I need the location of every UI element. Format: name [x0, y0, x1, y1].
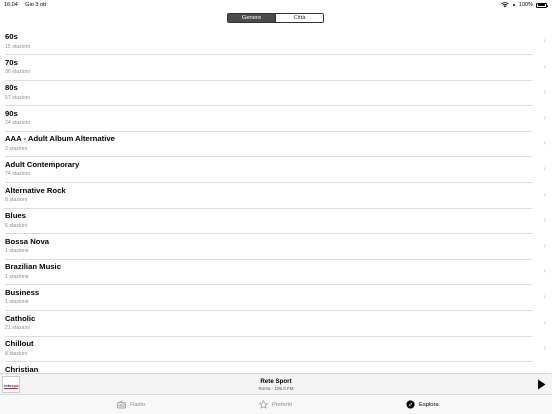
battery-icon	[536, 2, 548, 8]
genre-row[interactable]: Alternative Rock 8 stazioni ›	[0, 183, 552, 209]
genre-row[interactable]: Catholic 21 stazioni ›	[0, 311, 552, 337]
now-playing-title: Rete Sport	[260, 378, 292, 385]
genre-row[interactable]: 60s 15 stazioni ›	[0, 29, 552, 55]
chevron-right-icon: ›	[543, 317, 546, 327]
genre-row[interactable]: Blues 6 stazioni ›	[0, 208, 552, 234]
genre-row[interactable]: Brazilian Music 1 stazione ›	[0, 259, 552, 285]
tab-radio[interactable]: Radio	[117, 400, 145, 409]
play-icon[interactable]	[537, 379, 546, 390]
chevron-right-icon: ›	[543, 61, 546, 71]
star-icon	[259, 400, 268, 409]
genre-name: Bossa Nova	[5, 236, 50, 246]
genre-name: 70s	[5, 57, 18, 67]
genre-station-count: 1 stazione	[5, 299, 29, 306]
wifi-icon	[501, 2, 509, 8]
segment-genre[interactable]: Genere	[228, 14, 275, 22]
segment-city[interactable]: Città	[275, 14, 323, 22]
tab-radio-label: Radio	[130, 401, 146, 408]
genre-row[interactable]: 80s 57 stazioni ›	[0, 80, 552, 106]
genre-name: Blues	[5, 211, 26, 221]
genre-station-count: 2 stazioni	[5, 145, 27, 152]
compass-icon	[406, 400, 415, 409]
radio-icon	[117, 400, 126, 409]
tab-favorites[interactable]: Preferiti	[259, 400, 292, 409]
chevron-right-icon: ›	[543, 189, 546, 199]
genre-station-count: 6 stazioni	[5, 222, 27, 229]
genre-name: 90s	[5, 108, 18, 118]
genre-name: Adult Contemporary	[5, 159, 80, 169]
genre-station-count: 21 stazioni	[5, 325, 30, 332]
chevron-right-icon: ›	[543, 291, 546, 301]
chevron-right-icon: ›	[543, 163, 546, 173]
genre-name: 60s	[5, 32, 18, 41]
genre-name: 80s	[5, 83, 18, 93]
genre-station-count: 8 stazioni	[5, 197, 27, 204]
genre-name: Alternative Rock	[5, 185, 66, 195]
segmented-control: Genere Città	[227, 13, 324, 23]
genre-station-count: 57 stazioni	[5, 94, 30, 101]
genre-name: Business	[5, 287, 40, 297]
chevron-right-icon: ›	[543, 87, 546, 97]
battery-percent: 100%	[518, 2, 533, 8]
status-time: 16:04	[4, 2, 18, 8]
genre-list: 60s 15 stazioni › 70s 36 stazioni › 80s 57 staz…	[0, 29, 552, 374]
genre-station-count: 1 stazione	[5, 248, 29, 255]
battery-charge-indicator-icon	[512, 4, 515, 6]
genre-row[interactable]: 90s 24 stazioni ›	[0, 106, 552, 132]
genre-station-count: 15 stazioni	[5, 43, 30, 50]
tab-explore[interactable]: Esplora	[406, 400, 439, 409]
now-playing-subtitle: Roma - 105.0 FM	[258, 386, 294, 391]
mini-player[interactable]: retesport Rete Sport Roma - 105.0 FM	[0, 373, 552, 394]
genre-station-count: 36 stazioni	[5, 69, 30, 76]
genre-row[interactable]: Adult Contemporary 74 stazioni ›	[0, 157, 552, 183]
genre-station-count: 1 stazione	[5, 273, 29, 280]
chevron-right-icon: ›	[543, 343, 546, 353]
chevron-right-icon: ›	[543, 215, 546, 225]
chevron-right-icon: ›	[543, 112, 546, 122]
chevron-right-icon: ›	[543, 138, 546, 148]
tab-explore-label: Esplora	[419, 401, 439, 408]
status-date: Gio 3 ott	[25, 2, 47, 8]
genre-name: Chillout	[5, 339, 34, 349]
chevron-right-icon: ›	[543, 240, 546, 250]
genre-station-count: 8 stazioni	[5, 350, 27, 357]
status-bar: 16:04 Gio 3 ott 100%	[0, 0, 552, 10]
tab-bar: Radio Preferiti Esplora	[0, 394, 552, 414]
genre-row[interactable]: Bossa Nova 1 stazione ›	[0, 234, 552, 260]
genre-name: AAA - Adult Album Alternative	[5, 134, 115, 144]
chevron-right-icon: ›	[543, 266, 546, 276]
genre-row[interactable]: 70s 36 stazioni ›	[0, 55, 552, 81]
genre-name: Catholic	[5, 313, 36, 323]
chevron-right-icon: ›	[543, 36, 546, 45]
genre-station-count: 24 stazioni	[5, 120, 30, 127]
genre-row[interactable]: AAA - Adult Album Alternative 2 stazioni ›	[0, 131, 552, 157]
genre-row[interactable]: Chillout 8 stazioni ›	[0, 336, 552, 362]
genre-name: Brazilian Music	[5, 262, 61, 272]
genre-station-count: 74 stazioni	[5, 171, 30, 178]
tab-favorites-label: Preferiti	[272, 401, 292, 408]
genre-row[interactable]: Business 1 stazione ›	[0, 285, 552, 311]
